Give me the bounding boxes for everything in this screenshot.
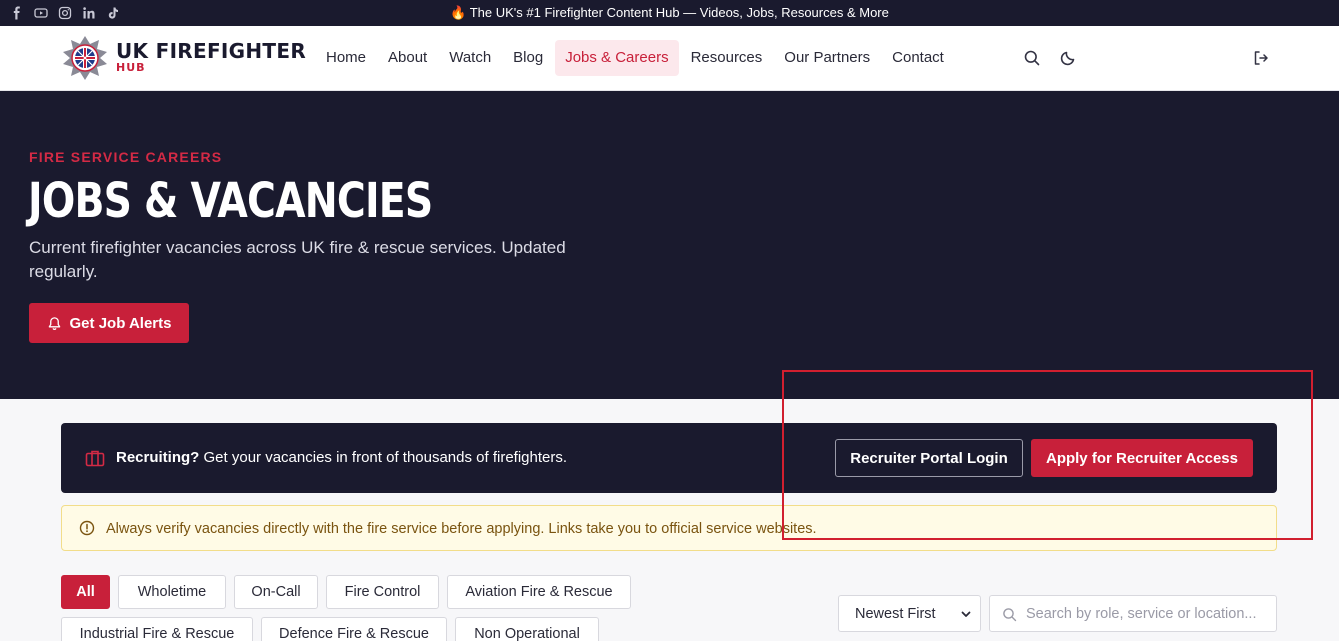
nav-item-watch[interactable]: Watch bbox=[439, 40, 501, 76]
chevron-down-icon bbox=[961, 611, 971, 617]
top-bar: 🔥 The UK's #1 Firefighter Content Hub — … bbox=[0, 0, 1339, 26]
page-title: JOBS & VACANCIES bbox=[28, 173, 433, 229]
search-icon bbox=[1003, 608, 1017, 622]
recruiter-portal-login-button[interactable]: Recruiter Portal Login bbox=[835, 439, 1023, 477]
filter-chip-all[interactable]: All bbox=[61, 575, 110, 609]
brand-main-text: UK FIREFIGHTER bbox=[116, 39, 307, 63]
recruiter-message: Recruiting? Get your vacancies in front … bbox=[116, 450, 567, 466]
hero-eyebrow: FIRE SERVICE CAREERS bbox=[29, 149, 223, 165]
filter-chip-fire-control[interactable]: Fire Control bbox=[326, 575, 439, 609]
apply-recruiter-access-button[interactable]: Apply for Recruiter Access bbox=[1031, 439, 1253, 477]
filter-chip-industrial-fire-rescue[interactable]: Industrial Fire & Rescue bbox=[61, 617, 253, 641]
verify-warning-banner: Always verify vacancies directly with th… bbox=[61, 505, 1277, 551]
brand-sub-text: HUB bbox=[116, 61, 146, 74]
nav-item-jobs-careers[interactable]: Jobs & Careers bbox=[555, 40, 679, 76]
recruiter-bold: Recruiting? bbox=[116, 449, 200, 466]
brand-name[interactable]: UK FIREFIGHTER HUB bbox=[116, 40, 306, 74]
nav-item-resources[interactable]: Resources bbox=[681, 40, 773, 76]
get-job-alerts-button[interactable]: Get Job Alerts bbox=[29, 303, 189, 343]
filter-chip-defence-fire-rescue[interactable]: Defence Fire & Rescue bbox=[261, 617, 447, 641]
warning-text: Always verify vacancies directly with th… bbox=[106, 521, 817, 537]
recruiter-banner: Recruiting? Get your vacancies in front … bbox=[61, 423, 1277, 493]
announcement-text: 🔥 The UK's #1 Firefighter Content Hub — … bbox=[450, 5, 889, 20]
logout-icon[interactable] bbox=[1252, 49, 1270, 67]
nav-item-home[interactable]: Home bbox=[316, 40, 376, 76]
moon-icon[interactable] bbox=[1059, 49, 1077, 67]
search-icon[interactable] bbox=[1023, 49, 1041, 67]
alert-circle-icon bbox=[79, 520, 95, 536]
nav-menu: Home About Watch Blog Jobs & Careers Res… bbox=[316, 40, 956, 76]
filter-chip-wholetime[interactable]: Wholetime bbox=[118, 575, 226, 609]
main-navigation: UK FIREFIGHTER HUB Home About Watch Blog… bbox=[0, 26, 1339, 91]
nav-item-our-partners[interactable]: Our Partners bbox=[774, 40, 880, 76]
filter-chip-on-call[interactable]: On-Call bbox=[234, 575, 318, 609]
recruiter-text: Get your vacancies in front of thousands… bbox=[199, 449, 568, 466]
briefcase-icon bbox=[85, 450, 105, 467]
brigade-crest-logo[interactable] bbox=[62, 35, 108, 81]
hero-description: Current firefighter vacancies across UK … bbox=[29, 238, 566, 281]
job-search-box bbox=[989, 595, 1277, 632]
filter-chip-aviation-fire-rescue[interactable]: Aviation Fire & Rescue bbox=[447, 575, 631, 609]
sort-selected-value: Newest First bbox=[855, 606, 936, 622]
filter-chip-non-operational[interactable]: Non Operational bbox=[455, 617, 599, 641]
nav-item-contact[interactable]: Contact bbox=[882, 40, 954, 76]
job-search-input[interactable] bbox=[1026, 604, 1270, 624]
get-job-alerts-label: Get Job Alerts bbox=[69, 314, 172, 332]
nav-item-blog[interactable]: Blog bbox=[503, 40, 553, 76]
bell-icon bbox=[48, 316, 60, 330]
hero-section: FIRE SERVICE CAREERS JOBS & VACANCIES Cu… bbox=[0, 91, 1339, 399]
nav-item-about[interactable]: About bbox=[378, 40, 437, 76]
sort-select[interactable]: Newest First bbox=[838, 595, 981, 632]
